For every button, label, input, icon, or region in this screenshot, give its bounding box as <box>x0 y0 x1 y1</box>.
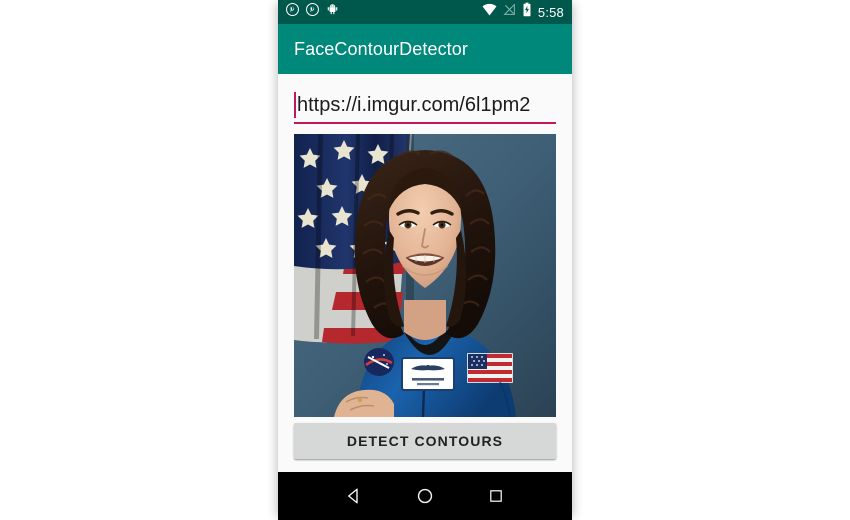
status-bar-notification-icons <box>286 3 339 21</box>
app-bar: FaceContourDetector <box>278 24 572 74</box>
pinterest-icon <box>306 3 319 21</box>
astronaut-portrait-image <box>294 134 556 417</box>
status-bar-clock: 5:58 <box>537 4 564 20</box>
android-robot-icon <box>326 3 339 21</box>
nav-home-button[interactable] <box>408 479 442 513</box>
status-bar-system-icons: 5:58 <box>482 2 564 22</box>
app-content: https://i.imgur.com/6l1pm2 DETECT CONTOU… <box>278 88 572 486</box>
phone-device-frame: 5:58 FaceContourDetector https://i.imgur… <box>278 0 572 520</box>
screenshot-root: 5:58 FaceContourDetector https://i.imgur… <box>0 0 850 520</box>
status-bar: 5:58 <box>278 0 572 24</box>
nav-recents-button[interactable] <box>479 479 513 513</box>
no-signal-icon <box>503 3 516 21</box>
image-preview[interactable] <box>294 134 556 417</box>
nav-back-button[interactable] <box>337 479 371 513</box>
wifi-icon <box>482 3 497 21</box>
image-url-input-value: https://i.imgur.com/6l1pm2 <box>297 94 531 116</box>
detect-contours-button[interactable]: DETECT CONTOURS <box>294 423 556 459</box>
pinterest-icon <box>286 3 299 21</box>
app-title: FaceContourDetector <box>294 38 468 59</box>
image-url-input[interactable]: https://i.imgur.com/6l1pm2 <box>294 88 556 124</box>
battery-charging-icon <box>522 2 532 22</box>
android-navigation-bar <box>278 472 572 520</box>
